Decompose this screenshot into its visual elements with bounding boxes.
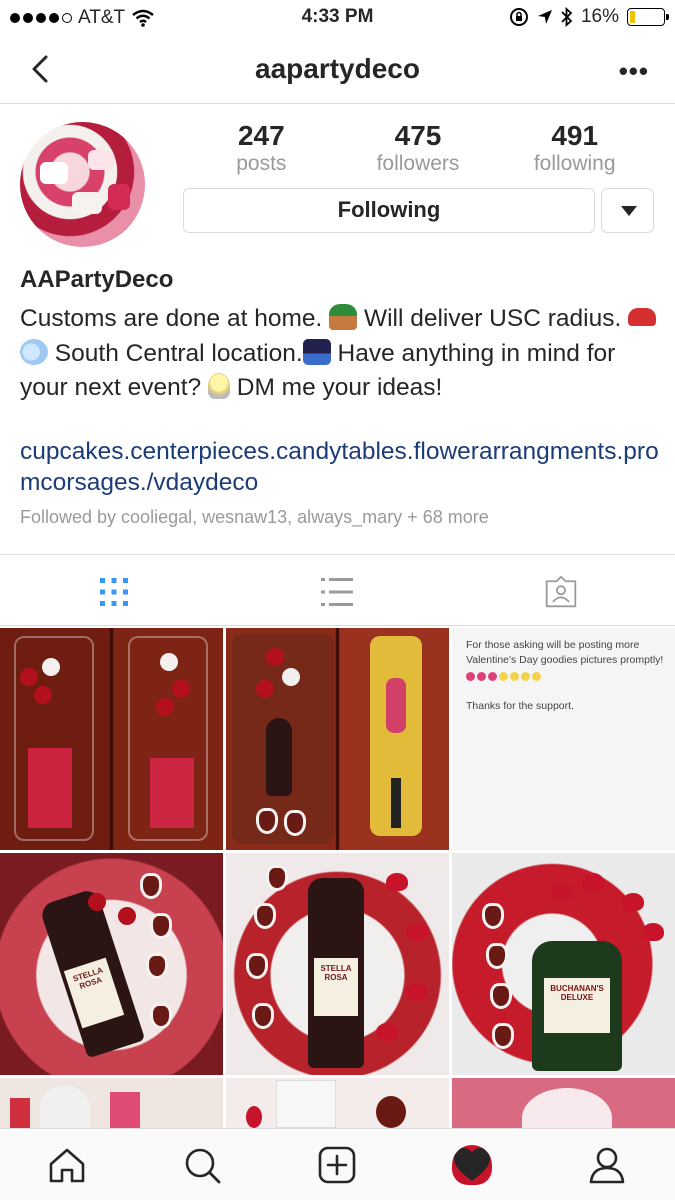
post-thumbnail-cuddly-gift[interactable] bbox=[226, 1078, 449, 1128]
following-label: following bbox=[533, 152, 616, 175]
search-icon[interactable] bbox=[182, 1145, 222, 1185]
car-emoji-icon bbox=[628, 308, 657, 326]
tagged-photos-icon[interactable] bbox=[544, 575, 578, 609]
post-thumbnail-roses-boxes[interactable] bbox=[0, 628, 223, 850]
home-icon[interactable] bbox=[47, 1145, 87, 1185]
following-button[interactable]: Following bbox=[183, 188, 595, 233]
wine-label-2: STELLA ROSA bbox=[314, 958, 358, 1016]
caret-down-icon bbox=[621, 206, 637, 216]
list-icon[interactable] bbox=[320, 575, 354, 609]
battery-icon bbox=[627, 8, 669, 26]
announcement-text: For those asking will be posting more Va… bbox=[466, 638, 671, 714]
rotation-lock-icon bbox=[509, 8, 528, 26]
post-thumbnail-wine-chocolate-strawberries[interactable]: STELLA ROSA bbox=[226, 853, 449, 1075]
profile-website-link[interactable]: cupcakes.centerpieces.candytables.flower… bbox=[20, 436, 660, 498]
profile-header-bar: aapartydeco ••• bbox=[0, 36, 675, 104]
followers-label: followers bbox=[376, 152, 460, 175]
status-bar: AT&T 4:33 PM 16% bbox=[0, 0, 675, 36]
profile-view-tabs bbox=[0, 554, 675, 626]
bluetooth-icon bbox=[561, 7, 573, 27]
post-thumbnail-announcement[interactable]: For those asking will be posting more Va… bbox=[452, 628, 675, 850]
whisky-label: BUCHANAN'S DELUXE bbox=[544, 978, 610, 1033]
bio-text-1: Customs are done at home. bbox=[20, 305, 330, 332]
lightbulb-emoji-icon bbox=[207, 373, 230, 399]
bio-text-6: DM me your ideas! bbox=[229, 374, 443, 401]
profile-name: AAPartyDeco bbox=[20, 266, 174, 293]
battery-percent: 16% bbox=[580, 6, 619, 27]
post-thumbnail-wine-box[interactable] bbox=[226, 628, 449, 850]
dash-emoji-icon bbox=[20, 338, 48, 365]
house-emoji-icon bbox=[329, 304, 358, 330]
profile-stats: 247 posts 475 followers 491 following bbox=[183, 120, 653, 176]
bio-text-2: Will deliver USC radius. bbox=[357, 305, 629, 332]
heart-icon[interactable] bbox=[452, 1145, 492, 1185]
username-title: aapartydeco bbox=[255, 53, 420, 84]
bottom-tab-bar bbox=[0, 1128, 675, 1200]
posts-label: posts bbox=[236, 152, 287, 175]
avatar[interactable] bbox=[20, 122, 145, 247]
announcement-line-2: Thanks for the support. bbox=[466, 700, 574, 712]
stat-posts[interactable]: 247 posts bbox=[183, 120, 340, 176]
profile-bio: Customs are done at home. Will deliver U… bbox=[20, 302, 660, 406]
following-count: 491 bbox=[551, 120, 599, 151]
status-right: 16% bbox=[509, 6, 669, 28]
post-thumbnail-stella-rosa-strawberries[interactable]: STELLA ROSA bbox=[0, 853, 223, 1075]
stat-followers[interactable]: 475 followers bbox=[340, 120, 497, 176]
more-options-button[interactable]: ••• bbox=[619, 56, 649, 87]
grid-icon[interactable] bbox=[97, 575, 131, 609]
posts-count: 247 bbox=[237, 120, 285, 151]
post-thumbnail-teddy-bear[interactable] bbox=[0, 1078, 223, 1128]
add-post-icon[interactable] bbox=[317, 1145, 357, 1185]
post-thumbnail-buchanans-strawberries[interactable]: BUCHANAN'S DELUXE bbox=[452, 853, 675, 1075]
followed-by-text[interactable]: Followed by cooliegal, wesnaw13, always_… bbox=[20, 507, 489, 528]
followers-count: 475 bbox=[394, 120, 442, 151]
suggestions-dropdown-button[interactable] bbox=[601, 188, 654, 233]
stat-following[interactable]: 491 following bbox=[496, 120, 653, 176]
location-icon bbox=[537, 10, 552, 24]
announcement-emojis bbox=[466, 670, 671, 685]
profile-icon[interactable] bbox=[587, 1145, 627, 1185]
post-thumbnail-heart-frame[interactable] bbox=[452, 1078, 675, 1128]
city-night-emoji-icon bbox=[302, 338, 331, 365]
announcement-line-1: For those asking will be posting more Va… bbox=[466, 639, 664, 666]
bio-text-4: South Central location. bbox=[48, 339, 303, 367]
